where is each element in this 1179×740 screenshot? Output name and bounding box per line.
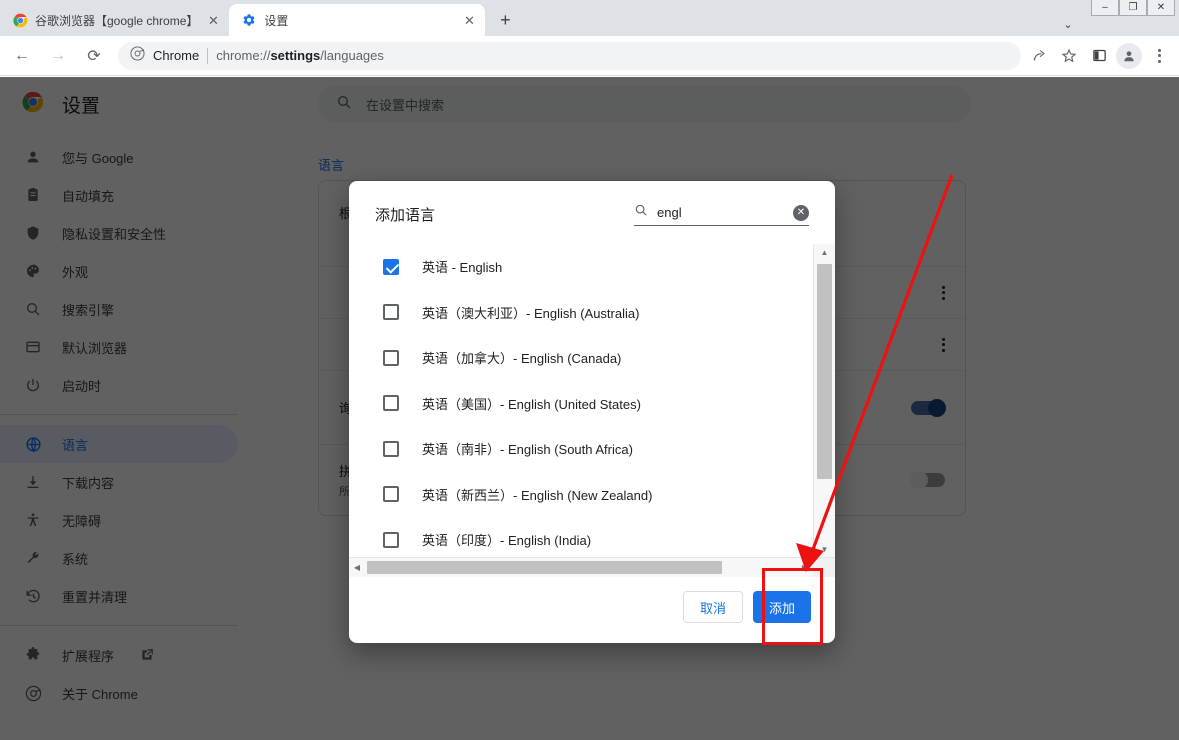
title-bar: – ❐ ✕ 谷歌浏览器【google chrome】 ✕ 设置 ✕ + ⌄ <box>0 0 1179 36</box>
profile-avatar[interactable] <box>1115 42 1143 70</box>
gear-icon <box>241 12 257 28</box>
language-list-container: 英语 - English 英语（澳大利亚）- English (Australi… <box>349 244 835 577</box>
tab-title: 谷歌浏览器【google chrome】 <box>35 13 199 28</box>
horizontal-scrollbar[interactable]: ◀ ▶ <box>349 557 835 577</box>
chevron-down-icon[interactable]: ⌄ <box>1057 14 1079 34</box>
dialog-title: 添加语言 <box>375 207 436 224</box>
chrome-menu-icon[interactable] <box>1145 42 1173 70</box>
list-item-label: 英语（美国）- English (United States) <box>422 396 641 412</box>
scroll-up-arrow-icon[interactable]: ▲ <box>814 244 835 260</box>
scrollbar-corner <box>813 558 835 577</box>
chrome-icon <box>12 12 28 28</box>
scroll-right-arrow-icon[interactable]: ▶ <box>797 558 813 577</box>
dialog-footer: 取消 添加 <box>349 577 835 643</box>
horizontal-scroll-thumb[interactable] <box>367 561 722 574</box>
tab-settings[interactable]: 设置 ✕ <box>229 4 486 36</box>
scroll-down-arrow-icon[interactable]: ▼ <box>814 541 835 557</box>
avatar <box>1116 42 1142 69</box>
list-item[interactable]: 英语 - English <box>349 244 813 290</box>
forward-button[interactable]: → <box>44 42 72 70</box>
list-item-label: 英语（南非）- English (South Africa) <box>422 442 633 458</box>
add-button[interactable]: 添加 <box>753 591 811 623</box>
checkbox-icon[interactable] <box>383 486 399 503</box>
checkbox-icon[interactable] <box>383 440 399 457</box>
checkbox-icon[interactable] <box>383 531 399 548</box>
vertical-scrollbar[interactable]: ▲ ▼ <box>813 244 835 557</box>
search-icon <box>634 203 648 222</box>
tab-google-chrome[interactable]: 谷歌浏览器【google chrome】 ✕ <box>0 4 229 36</box>
address-bar[interactable]: Chrome chrome://settings/languages <box>118 41 1021 70</box>
share-icon[interactable] <box>1025 42 1053 70</box>
three-dots <box>1157 48 1161 63</box>
close-icon[interactable]: ✕ <box>461 12 477 28</box>
omnibox-divider <box>207 47 209 64</box>
vertical-scroll-thumb[interactable] <box>817 264 832 479</box>
list-item[interactable]: 英语（澳大利亚）- English (Australia) <box>349 290 813 336</box>
maximize-button[interactable]: ❐ <box>1119 0 1147 16</box>
list-item-label: 英语（印度）- English (India) <box>422 533 592 549</box>
new-tab-button[interactable]: + <box>491 6 519 34</box>
list-item[interactable]: 英语（新西兰）- English (New Zealand) <box>349 472 813 518</box>
close-button[interactable]: ✕ <box>1147 0 1175 16</box>
search-input-value: engl <box>657 205 682 220</box>
clear-search-icon[interactable]: ✕ <box>793 204 809 221</box>
side-panel-icon[interactable] <box>1085 42 1113 70</box>
url-text: chrome://settings/languages <box>216 48 384 63</box>
checkbox-icon[interactable] <box>383 304 399 321</box>
tab-strip: 谷歌浏览器【google chrome】 ✕ 设置 ✕ + <box>0 4 519 36</box>
reload-button[interactable]: ⟳ <box>80 42 108 70</box>
list-item-label: 英语（澳大利亚）- English (Australia) <box>422 305 640 321</box>
browser-toolbar: ← → ⟳ Chrome chrome://settings/languages <box>0 36 1179 76</box>
browser-window: – ❐ ✕ 谷歌浏览器【google chrome】 ✕ 设置 ✕ + ⌄ ← … <box>0 0 1179 740</box>
list-item-label: 英语（加拿大）- English (Canada) <box>422 351 622 367</box>
chrome-icon <box>130 45 145 66</box>
list-item[interactable]: 英语（美国）- English (United States) <box>349 381 813 427</box>
site-label: Chrome <box>153 48 200 63</box>
checkbox-icon[interactable] <box>383 395 399 412</box>
tab-title: 设置 <box>264 13 289 28</box>
list-item-label: 英语 - English <box>422 260 503 276</box>
list-item-label: 英语（新西兰）- English (New Zealand) <box>422 487 653 503</box>
dialog-header: 添加语言 engl ✕ <box>349 181 835 236</box>
list-item[interactable]: 英语（加拿大）- English (Canada) <box>349 335 813 381</box>
back-button[interactable]: ← <box>8 42 36 70</box>
bookmark-star-icon[interactable] <box>1055 42 1083 70</box>
cancel-button[interactable]: 取消 <box>683 591 743 623</box>
scroll-left-arrow-icon[interactable]: ◀ <box>349 558 365 577</box>
checkbox-checked-icon[interactable] <box>383 258 399 275</box>
close-icon[interactable]: ✕ <box>205 12 221 28</box>
minimize-button[interactable]: – <box>1091 0 1119 16</box>
language-list: 英语 - English 英语（澳大利亚）- English (Australi… <box>349 244 813 557</box>
language-search-field[interactable]: engl ✕ <box>634 203 809 226</box>
checkbox-icon[interactable] <box>383 349 399 366</box>
list-item[interactable]: 英语（印度）- English (India) <box>349 517 813 557</box>
window-controls: – ❐ ✕ <box>1091 0 1175 16</box>
add-language-dialog: 添加语言 engl ✕ 英语 - English 英语（澳大利亚）- Engli… <box>349 181 835 643</box>
toolbar-icon-group <box>1025 42 1173 70</box>
list-item[interactable]: 英语（南非）- English (South Africa) <box>349 426 813 472</box>
